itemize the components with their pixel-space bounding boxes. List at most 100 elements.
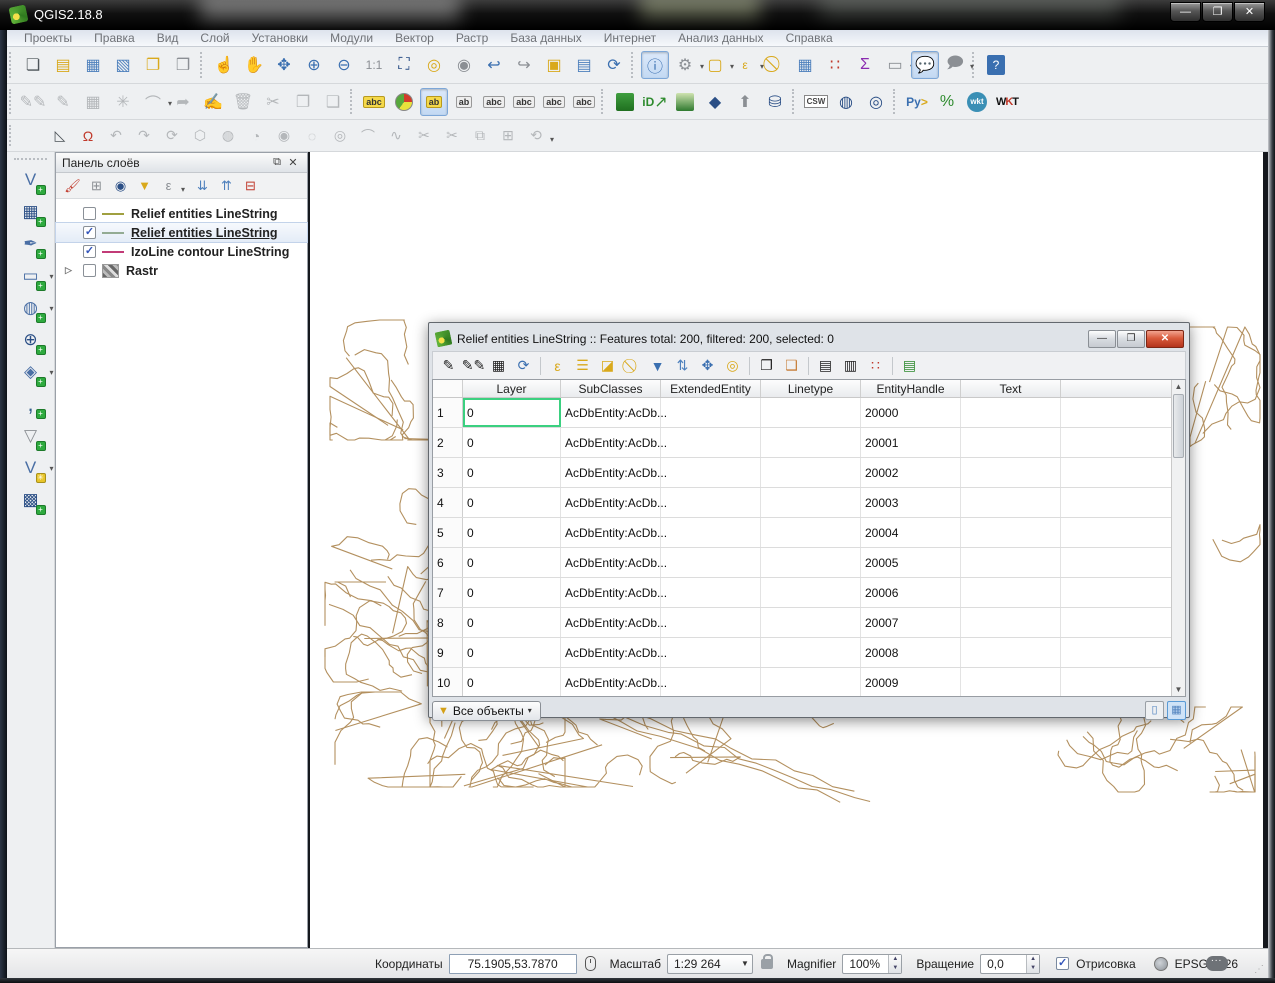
rotation-spinner[interactable]: 0,0 ▲▼ [980, 954, 1040, 974]
mouse-position-icon[interactable] [585, 956, 596, 971]
cell-linetype[interactable] [761, 518, 861, 547]
undo-icon[interactable]: ↶ [103, 124, 129, 148]
merge-features-icon[interactable]: ⧉ [467, 124, 493, 148]
spin-up-icon[interactable]: ▲ [1027, 955, 1039, 964]
cell-linetype[interactable] [761, 458, 861, 487]
cell-entityhandle[interactable]: 20003 [861, 488, 961, 517]
cell-subclasses[interactable]: AcDbEntity:AcDb... [561, 458, 661, 487]
zoom-next-icon[interactable]: ↪ [510, 51, 538, 79]
add-group-icon[interactable]: ⊞ [86, 175, 107, 196]
cell-extendedentity[interactable] [661, 578, 761, 607]
copy-rows-icon[interactable]: ❐ [755, 354, 778, 377]
metasearch-diamond-icon[interactable]: ◆ [701, 88, 729, 116]
scale-combobox[interactable]: 1:29 264 ▼ [667, 954, 753, 974]
cell-layer[interactable]: 0 [463, 638, 561, 667]
pan-to-selected-icon[interactable]: ✥ [696, 354, 719, 377]
add-part-icon[interactable]: ◔ [243, 124, 269, 148]
add-ring-icon[interactable]: ◍ [215, 124, 241, 148]
map-tips-icon[interactable]: 💬 [911, 51, 939, 79]
crs-globe-icon[interactable] [1154, 957, 1168, 971]
cell-entityhandle[interactable]: 20007 [861, 608, 961, 637]
measure-icon[interactable]: ▭ [881, 51, 909, 79]
col-text[interactable]: Text [961, 380, 1061, 397]
cell-extendedentity[interactable] [661, 518, 761, 547]
spin-up-icon[interactable]: ▲ [889, 955, 901, 964]
cell-layer[interactable]: 0 [463, 548, 561, 577]
filter-select-icon[interactable]: ▼ [646, 354, 669, 377]
set-square-icon[interactable]: ◺ [47, 124, 73, 148]
expand-all-icon[interactable]: ⇊ [192, 175, 213, 196]
filter-legend-icon[interactable]: ▼ [134, 175, 155, 196]
identify-features-icon[interactable]: ⓘ [641, 51, 669, 79]
cell-text[interactable] [961, 398, 1061, 427]
row-number[interactable]: 2 [433, 428, 463, 457]
invert-selection-icon[interactable]: ◪ [596, 354, 619, 377]
paste-features-icon[interactable]: ❑ [319, 88, 347, 116]
csw-catalog-icon[interactable]: CSW [802, 88, 830, 116]
cell-text[interactable] [961, 458, 1061, 487]
rotate-feature-icon[interactable]: ⟳ [159, 124, 185, 148]
manage-visibility-icon[interactable]: ◉ [110, 175, 131, 196]
zoom-out-icon[interactable]: ⊖ [330, 51, 358, 79]
layer-item-rastr[interactable]: ▷ Rastr [56, 261, 307, 280]
rotate-label-icon[interactable]: abc [540, 88, 568, 116]
cell-text[interactable] [961, 488, 1061, 517]
form-view-button[interactable]: ▯ [1145, 701, 1164, 720]
cell-entityhandle[interactable]: 20000 [861, 398, 961, 427]
delete-selected-icon[interactable]: 🗑 [229, 88, 257, 116]
menu-view[interactable]: Вид [146, 30, 190, 46]
cell-text[interactable] [961, 518, 1061, 547]
toggle-editing-icon[interactable]: ✎ [49, 88, 77, 116]
expand-arrow-icon[interactable]: ▷ [65, 265, 72, 276]
touch-zoom-icon[interactable]: ☝ [210, 51, 238, 79]
row-number[interactable]: 10 [433, 668, 463, 696]
move-feature-icon[interactable]: ➦ [169, 88, 197, 116]
layer-label[interactable]: Relief entities LineString [131, 226, 278, 240]
cell-entityhandle[interactable]: 20008 [861, 638, 961, 667]
cell-subclasses[interactable]: AcDbEntity:AcDb... [561, 578, 661, 607]
cell-text[interactable] [961, 668, 1061, 696]
spin-down-icon[interactable]: ▼ [889, 964, 901, 973]
menu-settings[interactable]: Установки [241, 30, 319, 46]
col-subclasses[interactable]: SubClasses [561, 380, 661, 397]
zoom-to-layer-icon[interactable]: ◎ [420, 51, 448, 79]
add-wcs-layer-icon[interactable]: ⊕+ [16, 325, 46, 355]
snapping-icon[interactable]: Ω [75, 124, 101, 148]
cell-linetype[interactable] [761, 578, 861, 607]
menu-projects[interactable]: Проекты [13, 30, 83, 46]
save-layer-edits-icon[interactable]: ▦ [79, 88, 107, 116]
cell-entityhandle[interactable]: 20009 [861, 668, 961, 696]
pin-labels-icon[interactable]: ab [420, 88, 448, 116]
layer-checkbox[interactable]: ✓ [83, 245, 96, 258]
fill-ring-icon[interactable]: ◉ [271, 124, 297, 148]
delete-field-icon[interactable]: ▥ [839, 354, 862, 377]
new-gpx-layer-icon[interactable]: ▽+ [16, 421, 46, 451]
layer-checkbox[interactable]: ✓ [83, 226, 96, 239]
select-features-icon[interactable]: ▢ [701, 51, 729, 79]
row-number[interactable]: 5 [433, 518, 463, 547]
layer-label[interactable]: IzoLine contour LineString [131, 245, 289, 259]
text-annotation-icon[interactable]: 🗩 [941, 51, 969, 79]
highlight-pinned-labels-icon[interactable]: ab [450, 88, 478, 116]
chevron-down-icon[interactable]: ▼ [738, 959, 752, 968]
scroll-up-icon[interactable]: ▲ [1172, 380, 1185, 393]
cell-layer[interactable]: 0 [463, 668, 561, 696]
add-raster-layer-icon[interactable]: ▦+ [16, 197, 46, 227]
close-panel-icon[interactable]: ✕ [285, 156, 301, 169]
row-number[interactable]: 6 [433, 548, 463, 577]
cell-entityhandle[interactable]: 20004 [861, 518, 961, 547]
cad-tools-icon[interactable] [19, 124, 45, 148]
remove-layer-icon[interactable]: ⊟ [240, 175, 261, 196]
cell-linetype[interactable] [761, 428, 861, 457]
show-hide-labels-icon[interactable]: abc [480, 88, 508, 116]
layer-labeling-icon[interactable]: abc [360, 88, 388, 116]
dialog-maximize-button[interactable]: ❐ [1117, 330, 1145, 348]
area-percent-tool-icon[interactable]: % [933, 88, 961, 116]
layers-up-icon[interactable]: ⬆ [731, 88, 759, 116]
grass-tools-icon[interactable] [611, 88, 639, 116]
col-extendedentity[interactable]: ExtendedEntity [661, 380, 761, 397]
cell-entityhandle[interactable]: 20006 [861, 578, 961, 607]
cell-extendedentity[interactable] [661, 638, 761, 667]
move-selection-to-top-icon[interactable]: ⇅ [671, 354, 694, 377]
feature-filter-button[interactable]: ▼ Все объекты ▾ [432, 701, 541, 721]
